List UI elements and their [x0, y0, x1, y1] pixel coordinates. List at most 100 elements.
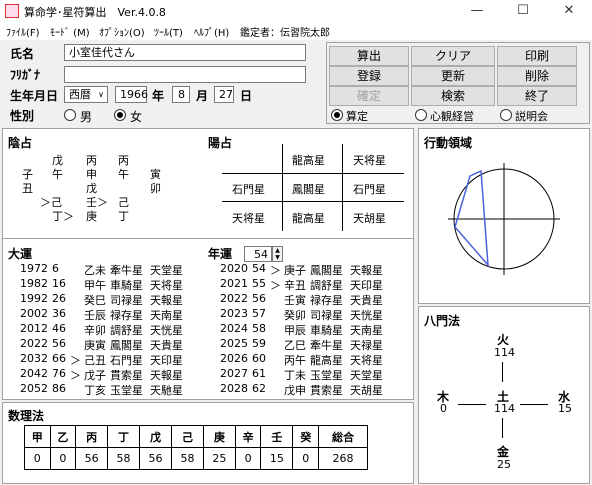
suri-value: 15	[260, 447, 294, 470]
age-spinner[interactable]: 54	[244, 246, 272, 262]
taiun-cell: 石門星	[110, 354, 143, 367]
nenun-cell: 61	[252, 367, 266, 380]
search-button[interactable]: 検索	[411, 86, 495, 106]
register-button[interactable]: 登録	[329, 66, 409, 86]
taiun-cell: 天報星	[150, 294, 183, 307]
furigana-label: ﾌﾘｶﾞﾅ	[10, 68, 41, 82]
suri-header: 乙	[49, 425, 77, 448]
mode-setsumei-label: 説明会	[515, 110, 548, 123]
taiun-cell: 26	[52, 292, 66, 305]
delete-button[interactable]: 削除	[497, 66, 577, 86]
menu-file[interactable]: ﾌｧｲﾙ(F)	[6, 24, 40, 39]
month-input[interactable]: 8	[172, 86, 190, 103]
suri-header: 庚	[202, 425, 236, 448]
maximize-button[interactable]: ☐	[500, 0, 546, 22]
birthdate-label: 生年月日	[10, 89, 59, 103]
menu-help[interactable]: ﾍﾙﾌﾟ(H)	[194, 24, 229, 39]
yosen-star: 石門星	[353, 183, 386, 196]
furigana-input[interactable]	[64, 66, 306, 83]
day-input[interactable]: 27	[214, 86, 234, 103]
nenun-cell: 2024	[220, 322, 248, 335]
nenun-cell: 59	[252, 337, 266, 350]
nenun-cell: 壬寅	[284, 294, 306, 307]
print-button[interactable]: 印刷	[497, 46, 577, 66]
taiun-cell: 56	[52, 337, 66, 350]
mode-shinkan-radio[interactable]	[415, 109, 427, 121]
taiun-cell: 2012	[20, 322, 48, 335]
hachimon-line-right	[520, 404, 548, 405]
yosen-hline-1	[222, 173, 404, 174]
taiun-cell: 1992	[20, 292, 48, 305]
suri-value: 0	[24, 447, 51, 470]
suri-header: 壬	[260, 425, 294, 448]
fire-value: 114	[494, 346, 515, 359]
inyo-cell: 丁＞	[52, 210, 74, 223]
year-unit: 年	[152, 89, 165, 103]
name-input[interactable]: 小室佳代さん	[64, 44, 306, 61]
nenun-cell: 丁未	[284, 369, 306, 382]
nenun-cell: 牽牛星	[310, 339, 343, 352]
nenun-cell: 鳳閣星	[310, 264, 343, 277]
taiun-cell: 86	[52, 382, 66, 395]
taiun-cell: 2022	[20, 337, 48, 350]
yosen-star: 天将星	[232, 212, 265, 225]
confirm-button[interactable]: 確定	[329, 86, 409, 106]
nenun-cell: 天貴星	[350, 294, 383, 307]
menu-tool[interactable]: ﾂｰﾙ(T)	[154, 24, 183, 39]
taiun-cell: 禄存星	[110, 309, 143, 322]
yosen-title: 陽占	[208, 136, 233, 150]
nenun-cell: 天報星	[350, 264, 383, 277]
nenun-cell: 玉堂星	[310, 369, 343, 382]
nenun-cell: 貫索星	[310, 384, 343, 397]
taiun-cell: 調舒星	[110, 324, 143, 337]
inyo-cell: 卯	[150, 182, 161, 195]
taiun-cell: 戊子	[84, 369, 106, 382]
kodo-shape	[454, 169, 489, 268]
mode-setsumei-radio[interactable]	[500, 109, 512, 121]
era-select[interactable]: 西暦 ∨	[64, 86, 108, 103]
nenun-title: 年運	[208, 247, 233, 261]
hachimon-title: 八門法	[424, 314, 461, 328]
calc-button[interactable]: 算出	[329, 46, 409, 66]
spinner-arrows-icon[interactable]: ▲ ▼	[272, 246, 283, 262]
suri-value: 0	[292, 447, 319, 470]
taiun-cell: ＞	[70, 354, 81, 367]
mode-kantei-radio[interactable]	[331, 109, 343, 121]
female-radio[interactable]	[114, 109, 126, 121]
taiun-cell: 貫索星	[110, 369, 143, 382]
year-input[interactable]: 1966	[115, 86, 148, 103]
nenun-cell: 2021	[220, 277, 248, 290]
nenun-cell: 54	[252, 262, 266, 275]
exit-button[interactable]: 終了	[497, 86, 577, 106]
nenun-cell: 甲辰	[284, 324, 306, 337]
suri-header: 辛	[234, 425, 262, 448]
taiun-cell: 6	[52, 262, 59, 275]
suri-header: 総合	[317, 425, 369, 448]
menu-option[interactable]: ｵﾌﾟｼｮﾝ(O)	[99, 24, 145, 39]
menu-mode[interactable]: ﾓｰﾄﾞ (M)	[50, 24, 90, 39]
taiun-cell: 司禄星	[110, 294, 143, 307]
nenun-cell: ＞	[270, 279, 281, 292]
nenun-cell: 庚子	[284, 264, 306, 277]
taiun-cell: 天南星	[150, 309, 183, 322]
suri-value: 0	[234, 447, 262, 470]
suri-value: 0	[49, 447, 77, 470]
nenun-cell: 2027	[220, 367, 248, 380]
taiun-cell: ＞	[70, 369, 81, 382]
taiun-cell: 癸巳	[84, 294, 106, 307]
nenun-cell: 天胡星	[350, 384, 383, 397]
minimize-button[interactable]: —	[454, 0, 500, 22]
male-radio[interactable]	[64, 109, 76, 121]
update-button[interactable]: 更新	[411, 66, 495, 86]
male-label: 男	[80, 110, 93, 124]
taiun-cell: 16	[52, 277, 66, 290]
taiun-cell: 2052	[20, 382, 48, 395]
close-button[interactable]: ✕	[546, 0, 592, 22]
window-title: 算命学･星符算出 Ver.4.0.8	[24, 6, 166, 19]
nenun-cell: 天禄星	[350, 339, 383, 352]
clear-button[interactable]: クリア	[411, 46, 495, 66]
yosen-star: 天将星	[353, 154, 386, 167]
yosen-vline-2	[342, 144, 343, 231]
nenun-cell: 乙巳	[284, 339, 306, 352]
suri-value: 25	[202, 447, 236, 470]
